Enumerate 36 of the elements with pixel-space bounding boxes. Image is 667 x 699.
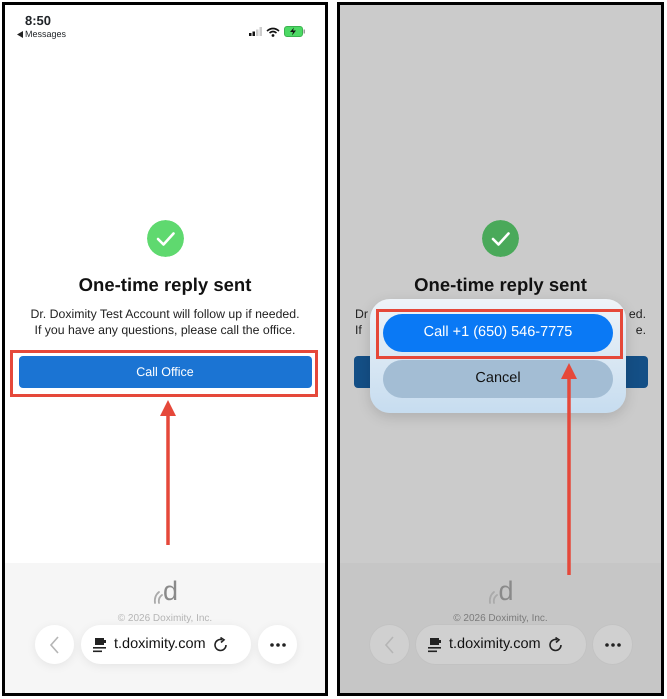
address-bar[interactable]: t.doximity.com (416, 625, 586, 664)
wifi-icon (266, 26, 280, 36)
message-text: ed. (628, 306, 646, 322)
signal-waves-icon (487, 590, 498, 605)
check-icon (482, 220, 519, 257)
message-text: Dr (355, 306, 368, 322)
url-text: t.doximity.com (114, 634, 206, 654)
more-icon (604, 642, 620, 646)
signal-waves-icon (152, 590, 163, 605)
logo-letter: d (162, 577, 178, 605)
reader-icon[interactable] (428, 636, 441, 652)
call-number-button[interactable]: Call +1 (650) 546-7775 (383, 314, 613, 352)
chevron-left-icon (385, 636, 394, 654)
back-link[interactable]: Messages (25, 28, 66, 40)
cancel-button[interactable]: Cancel (383, 360, 613, 398)
message-text: If (355, 322, 362, 338)
logo-letter: d (498, 577, 514, 605)
heading: One-time reply sent (78, 273, 252, 297)
check-icon (146, 220, 184, 257)
call-office-button[interactable]: Call Office (18, 356, 312, 388)
heading: One-time reply sent (414, 273, 587, 297)
more-icon (270, 642, 286, 646)
message-text: e. (636, 322, 646, 338)
address-bar[interactable]: t.doximity.com (81, 625, 251, 664)
copyright-text: © 2026 Doximity, Inc. (453, 613, 548, 625)
message-text: Dr. Doximity Test Account will follow up if needed. (29, 306, 301, 322)
message-text: If you have any questions, please call the office. (34, 322, 296, 338)
reload-icon[interactable] (548, 637, 563, 652)
reader-icon[interactable] (93, 636, 106, 652)
signal-icon (249, 27, 262, 36)
back-triangle-icon[interactable] (17, 30, 23, 38)
url-text: t.doximity.com (449, 634, 541, 654)
status-time: 8:50 (25, 13, 52, 28)
reload-icon[interactable] (214, 637, 228, 652)
chevron-left-icon (50, 636, 59, 654)
copyright-text: © 2026 Doximity, Inc. (118, 613, 212, 625)
